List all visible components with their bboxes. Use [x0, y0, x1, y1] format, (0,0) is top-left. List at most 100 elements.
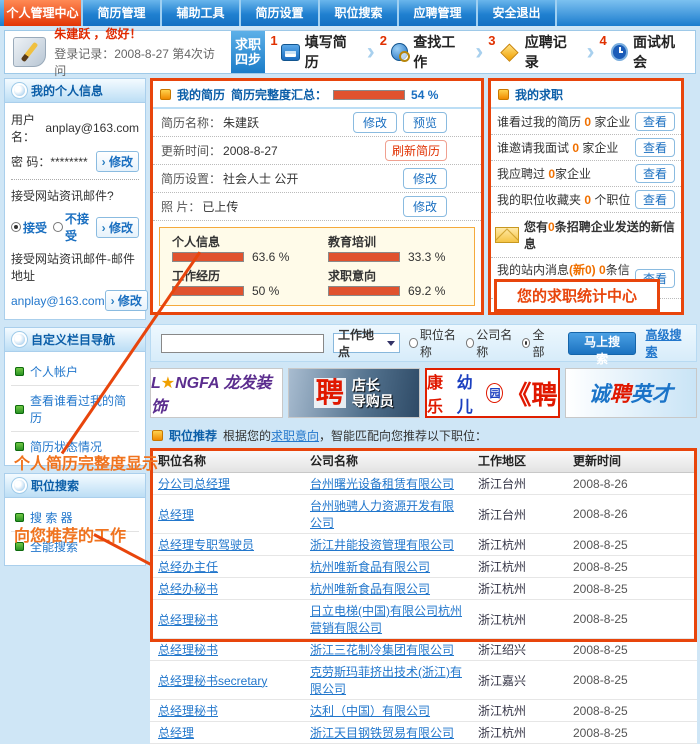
job-title-link[interactable]: 总经理秘书secretary — [158, 674, 267, 688]
company-name-radio-label[interactable]: 公司名称 — [476, 326, 515, 360]
sidebar-item-who-viewed-resume[interactable]: 查看谁看过我的简历 — [11, 386, 139, 432]
panel-title: 自定义栏目导航 — [31, 331, 115, 348]
job-region: 浙江杭州 — [470, 600, 565, 639]
job-date: 2008-8-25 — [565, 639, 697, 661]
my-job-panel: 我的求职 谁看过我的简历 0 家企业 查看 谁邀请我面试 0 家企业 查看 我应… — [488, 78, 684, 315]
view-who-viewed-button[interactable]: 查看 — [635, 112, 675, 131]
step-fill-resume[interactable]: 1 填写简历 — [265, 31, 366, 73]
job-intention-link[interactable]: 求职意向 — [271, 429, 319, 443]
search-input[interactable] — [161, 334, 324, 353]
password-label: 密 码： — [11, 153, 50, 170]
job-title-link[interactable]: 总经理秘书 — [158, 704, 218, 718]
job-date: 2008-8-26 — [565, 495, 697, 534]
job-title-link[interactable]: 总经办秘书 — [158, 582, 218, 596]
table-row: 分公司总经理 台州曙光设备租赁有限公司 浙江台州 2008-8-26 — [150, 473, 697, 495]
view-invites-button[interactable]: 查看 — [635, 138, 675, 157]
job-date: 2008-8-25 — [565, 578, 697, 600]
banner-longfa-decoration[interactable]: L★NGFA 龙发装饰 — [150, 368, 283, 418]
username-value: anplay@163.com — [45, 121, 139, 135]
green-bullet-icon — [15, 405, 24, 414]
row-label: 我应聘过 — [497, 167, 548, 181]
job-date: 2008-8-26 — [565, 473, 697, 495]
job-title-link[interactable]: 总经理 — [158, 726, 194, 740]
banner-recruit-talent[interactable]: 诚聘英才 — [565, 368, 698, 418]
company-name-radio[interactable] — [466, 338, 474, 348]
accept-radio-label[interactable]: 接受 — [23, 219, 47, 236]
company-link[interactable]: 日立电梯(中国)有限公司杭州营销有限公司 — [310, 604, 462, 635]
company-link[interactable]: 台州曙光设备租赁有限公司 — [310, 477, 454, 491]
view-favorites-button[interactable]: 查看 — [635, 190, 675, 209]
table-row: 总经理专职驾驶员 浙江井能投资管理有限公司 浙江杭州 2008-8-25 — [150, 534, 697, 556]
modify-newsletter-button[interactable]: 修改 — [96, 217, 139, 238]
decline-radio[interactable] — [53, 222, 63, 232]
panel-bullet-icon — [14, 480, 25, 491]
newsletter-radio-row: 接受 不接受 修改 — [11, 207, 139, 247]
view-applied-button[interactable]: 查看 — [635, 164, 675, 183]
nav-item-aux-tools[interactable]: 辅助工具 — [162, 0, 241, 26]
company-link[interactable]: 浙江天目钢铁贸易有限公司 — [310, 726, 454, 740]
step-apply-records[interactable]: 3 应聘记录 — [483, 31, 586, 73]
nav-item-logout[interactable]: 安全退出 — [478, 0, 557, 26]
panel-bullet-icon — [14, 85, 25, 96]
modify-email-button[interactable]: 修改 — [105, 290, 148, 311]
section-work-experience: 工作经历 50 % — [172, 267, 306, 298]
banner-text: 英才 — [631, 383, 673, 406]
step-interview-chances[interactable]: 4 面试机会 — [595, 31, 695, 73]
preview-resume-button[interactable]: 预览 — [403, 112, 447, 133]
job-title-link[interactable]: 总经理专职驾驶员 — [158, 538, 254, 552]
accept-radio[interactable] — [11, 222, 21, 232]
refresh-resume-button[interactable]: 刷新简历 — [385, 140, 447, 161]
nav-item-job-search[interactable]: 职位搜索 — [320, 0, 399, 26]
company-link[interactable]: 克劳斯玛菲挤出技术(浙江)有限公司 — [310, 665, 462, 696]
nav-item-apply-management[interactable]: 应聘管理 — [399, 0, 478, 26]
step-find-job[interactable]: 2 查找工作 — [375, 31, 475, 73]
decline-radio-label[interactable]: 不接受 — [65, 210, 90, 244]
row-label: 谁看过我的简历 — [497, 115, 584, 129]
company-link[interactable]: 杭州唯新食品有限公司 — [310, 560, 430, 574]
row-suffix: 家企业 — [591, 115, 630, 129]
banner-store-manager[interactable]: 聘 店长导购员 — [288, 368, 421, 418]
company-link[interactable]: 达利（中国）有限公司 — [310, 704, 430, 718]
search-now-button[interactable]: 马上搜索 — [568, 332, 637, 355]
resume-photo-label: 照 片： — [161, 198, 200, 215]
job-title-link[interactable]: 总经理秘书 — [158, 643, 218, 657]
resume-completeness-bar — [333, 90, 405, 100]
job-title-radio-label[interactable]: 职位名称 — [420, 326, 459, 360]
section-education: 教育培训 33.3 % — [328, 233, 462, 264]
section-percent: 50 % — [252, 284, 279, 298]
job-title-link[interactable]: 分公司总经理 — [158, 477, 230, 491]
password-row: 密 码： ******** 修改 — [11, 148, 139, 175]
company-link[interactable]: 台州驰骋人力资源开发有限公司 — [310, 499, 454, 530]
step-label: 应聘记录 — [525, 32, 579, 72]
resume-name-row: 简历名称： 朱建跃 修改 预览 — [153, 109, 481, 137]
location-dropdown[interactable]: 工作地点 — [333, 333, 400, 353]
nav-item-resume-management[interactable]: 简历管理 — [83, 0, 162, 26]
clock-icon — [611, 43, 628, 61]
table-row: 总经理 台州驰骋人力资源开发有限公司 浙江台州 2008-8-26 — [150, 495, 697, 534]
ad-banners: L★NGFA 龙发装饰 聘 店长导购员 康乐 幼儿 园 《聘 诚聘英才 — [150, 368, 697, 418]
banner-kindergarten[interactable]: 康乐 幼儿 园 《聘 — [425, 368, 560, 418]
modify-password-button[interactable]: 修改 — [96, 151, 139, 172]
modify-photo-button[interactable]: 修改 — [403, 196, 447, 217]
job-title-radio[interactable] — [409, 338, 417, 348]
company-link[interactable]: 浙江三花制冷集团有限公司 — [310, 643, 454, 657]
banner-text: 幼儿 — [457, 369, 485, 417]
col-header-region: 工作地区 — [470, 449, 565, 473]
modify-resume-name-button[interactable]: 修改 — [353, 112, 397, 133]
modify-resume-settings-button[interactable]: 修改 — [403, 168, 447, 189]
nav-item-resume-settings[interactable]: 简历设置 — [241, 0, 320, 26]
job-title-link[interactable]: 总经理 — [158, 508, 194, 522]
all-radio-label[interactable]: 全部 — [532, 326, 551, 360]
company-link[interactable]: 杭州唯新食品有限公司 — [310, 582, 430, 596]
step-number: 3 — [488, 33, 495, 48]
table-row: 总经办主任 杭州唯新食品有限公司 浙江杭州 2008-8-25 — [150, 556, 697, 578]
advanced-search-link[interactable]: 高级搜索 — [645, 326, 686, 360]
nav-item-personal-center[interactable]: 个人管理中心 — [4, 0, 83, 26]
job-title-link[interactable]: 总经理秘书 — [158, 613, 218, 627]
job-title-link[interactable]: 总经办主任 — [158, 560, 218, 574]
email-row: anplay@163.com 修改 — [11, 287, 139, 314]
all-radio[interactable] — [522, 338, 530, 348]
orange-bullet-icon — [152, 430, 163, 441]
row-label: 谁邀请我面试 — [497, 141, 572, 155]
company-link[interactable]: 浙江井能投资管理有限公司 — [310, 538, 454, 552]
